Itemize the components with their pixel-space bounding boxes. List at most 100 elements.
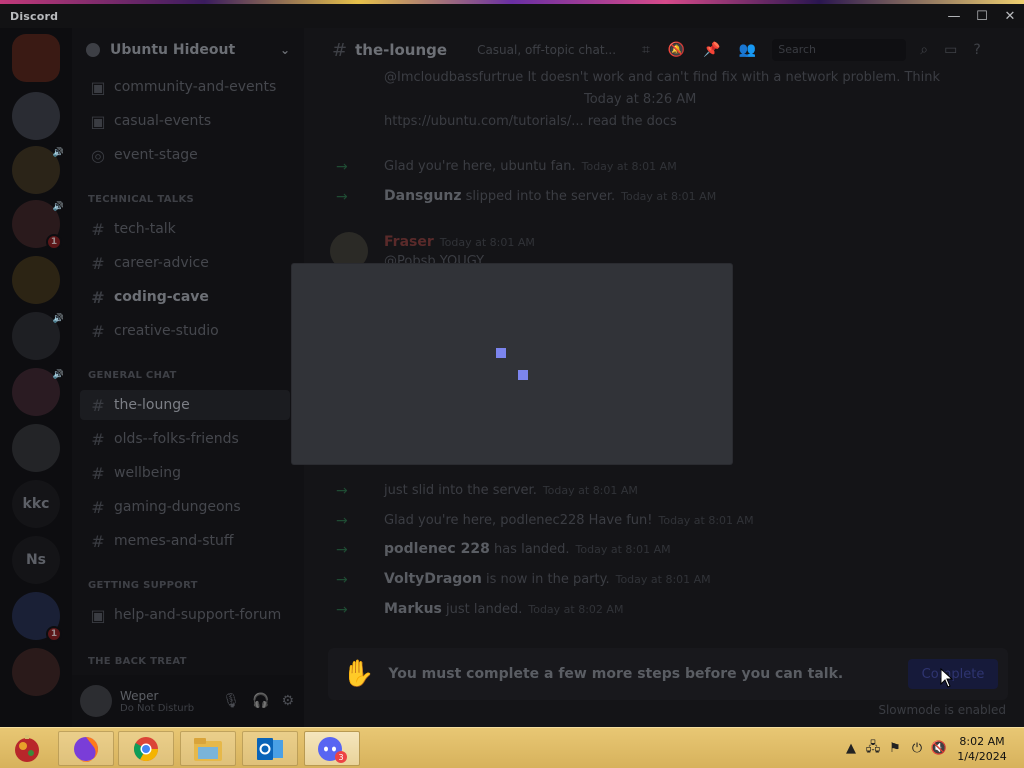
- message-author[interactable]: VoltyDragon: [384, 571, 482, 587]
- channel-community-and-events[interactable]: ▣ community-and-events: [80, 72, 290, 102]
- channel-label: coding-cave: [114, 289, 209, 305]
- server-ns[interactable]: Ns: [12, 536, 60, 584]
- guild-shield-icon: [86, 43, 100, 57]
- server-icon-11[interactable]: 1: [12, 592, 62, 642]
- server-icon-4[interactable]: 🔊 1: [12, 200, 64, 250]
- hash-icon: #: [91, 429, 105, 449]
- server-icon-3[interactable]: 🔊: [12, 146, 64, 194]
- bell-mute-icon[interactable]: 🔕: [668, 42, 685, 58]
- user-panel: Weper Do Not Disturb 🎙 🎧 ⚙: [72, 675, 304, 727]
- server-icon-2[interactable]: [12, 92, 60, 140]
- channel-wellbeing[interactable]: # wellbeing: [80, 458, 290, 488]
- firefox-icon: [74, 736, 99, 762]
- channel-coding-cave[interactable]: # coding-cave: [80, 282, 290, 312]
- threads-icon[interactable]: ⌗: [642, 42, 650, 58]
- channel-casual-events[interactable]: ▣ casual-events: [80, 106, 290, 136]
- taskbar-outlook[interactable]: [242, 731, 298, 766]
- search-icon[interactable]: ⌕: [920, 42, 928, 58]
- channel-tech-talk[interactable]: # tech-talk: [80, 214, 290, 244]
- channel-career-advice[interactable]: # career-advice: [80, 248, 290, 278]
- verification-gate-bar: ✋ You must complete a few more steps bef…: [328, 648, 1008, 700]
- timestamp: Today at 8:01 AM: [658, 514, 754, 527]
- channel-sidebar: Ubuntu Hideout ⌄ ▣ community-and-events ▣…: [72, 28, 304, 727]
- show-hidden-icons-icon[interactable]: ▲: [840, 739, 862, 759]
- message-author[interactable]: Markus: [384, 601, 442, 617]
- help-icon[interactable]: ?: [973, 42, 980, 58]
- channel-help-and-support-forum[interactable]: ▣ help-and-support-forum: [80, 600, 290, 630]
- server-icon-1[interactable]: [12, 34, 60, 82]
- microphone-icon[interactable]: 🎙: [222, 693, 240, 709]
- members-icon[interactable]: 👥: [739, 42, 756, 58]
- server-icon-8[interactable]: [12, 424, 60, 472]
- volume-muted-icon[interactable]: 🔇: [928, 739, 950, 759]
- taskbar-discord[interactable]: 3: [304, 731, 360, 766]
- taskbar-file-explorer[interactable]: [180, 731, 236, 766]
- server-kkc[interactable]: kkc: [12, 480, 60, 528]
- channel-name: the-lounge: [355, 41, 448, 59]
- category-support[interactable]: GETTING SUPPORT: [88, 580, 198, 591]
- close-button[interactable]: ✕: [996, 4, 1024, 28]
- category-general[interactable]: GENERAL CHAT: [88, 370, 177, 381]
- loading-modal: [292, 264, 732, 464]
- timestamp: Today at 8:01 AM: [542, 484, 638, 497]
- avatar[interactable]: [80, 685, 112, 717]
- channel-the-lounge[interactable]: # the-lounge: [80, 390, 290, 420]
- channel-olds-folks-friends[interactable]: # olds--folks-friends: [80, 424, 290, 454]
- category-technical[interactable]: TECHNICAL TALKS: [88, 194, 194, 205]
- channel-creative-studio[interactable]: # creative-studio: [80, 316, 290, 346]
- timestamp: Today at 8:01 AM: [621, 190, 717, 203]
- message-author[interactable]: podlenec 228: [384, 541, 490, 557]
- network-icon[interactable]: 🖧: [862, 739, 884, 759]
- discord-badge: 3: [338, 753, 343, 762]
- message-author[interactable]: Fraser: [384, 234, 434, 250]
- timestamp: Today at 8:01 AM: [615, 573, 711, 586]
- discord-icon: 3: [318, 736, 347, 763]
- server-rail: 🔊 🔊 1 🔊 🔊 kkc Ns 1: [0, 28, 72, 727]
- server-icon-7[interactable]: 🔊: [12, 368, 64, 416]
- stage-icon: ◎: [91, 145, 105, 165]
- channel-label: olds--folks-friends: [114, 431, 239, 447]
- server-icon-12[interactable]: [12, 648, 60, 696]
- taskbar-firefox[interactable]: [58, 731, 114, 766]
- guild-name: Ubuntu Hideout: [110, 42, 236, 58]
- channel-event-stage[interactable]: ◎ event-stage: [80, 140, 290, 170]
- pin-icon[interactable]: 📌: [703, 42, 720, 58]
- guild-header[interactable]: Ubuntu Hideout ⌄: [72, 28, 304, 72]
- inbox-icon[interactable]: ▭: [944, 42, 957, 58]
- channel-memes-and-stuff[interactable]: # memes-and-stuff: [80, 526, 290, 556]
- taskbar-chrome[interactable]: [118, 731, 174, 766]
- system-message: podlenec 228 has landed. Today at 8:01 AM: [384, 541, 671, 557]
- power-icon[interactable]: ⏻: [906, 739, 928, 759]
- username: Weper: [120, 688, 159, 703]
- message-line: @Imcloudbassfurtrue It doesn't work and …: [384, 70, 941, 85]
- server-icon-5[interactable]: [12, 256, 60, 304]
- minimize-button[interactable]: —: [940, 4, 968, 28]
- channel-label: tech-talk: [114, 221, 176, 237]
- gear-icon[interactable]: ⚙: [281, 693, 294, 709]
- timestamp: Today at 8:02 AM: [528, 603, 624, 616]
- channel-gaming-dungeons[interactable]: # gaming-dungeons: [80, 492, 290, 522]
- message-text: slipped into the server.: [465, 189, 616, 204]
- title-bar: Discord — ☐ ✕: [0, 4, 1024, 28]
- clock[interactable]: 8:02 AM 1/4/2024: [950, 734, 1014, 764]
- category-back-treat[interactable]: THE BACK TREAT: [88, 656, 187, 667]
- screen: Discord — ☐ ✕ 🔊 🔊 1 🔊 🔊 kkc Ns 1 Ubuntu …: [0, 0, 1024, 768]
- message-text: has landed.: [493, 542, 570, 557]
- hash-icon: #: [91, 531, 105, 551]
- channel-label: help-and-support-forum: [114, 607, 282, 623]
- channel-topic[interactable]: Casual, off-topic chat...: [477, 43, 616, 57]
- message-link[interactable]: https://ubuntu.com/tutorials/... read th…: [384, 114, 677, 129]
- maximize-button[interactable]: ☐: [968, 4, 996, 28]
- window-controls: — ☐ ✕: [940, 4, 1024, 28]
- channel-label: memes-and-stuff: [114, 533, 234, 549]
- headphones-icon[interactable]: 🎧: [252, 693, 269, 709]
- hash-icon: #: [91, 253, 105, 273]
- server-icon-6[interactable]: 🔊: [12, 312, 64, 360]
- action-center-flag-icon[interactable]: ⚑: [884, 739, 906, 759]
- message-author[interactable]: Dansgunz: [384, 188, 461, 204]
- hash-icon: #: [91, 395, 105, 415]
- start-button[interactable]: [4, 731, 50, 766]
- channel-label: gaming-dungeons: [114, 499, 241, 515]
- search-input[interactable]: Search: [772, 39, 907, 61]
- loading-spinner-icon: [518, 370, 528, 380]
